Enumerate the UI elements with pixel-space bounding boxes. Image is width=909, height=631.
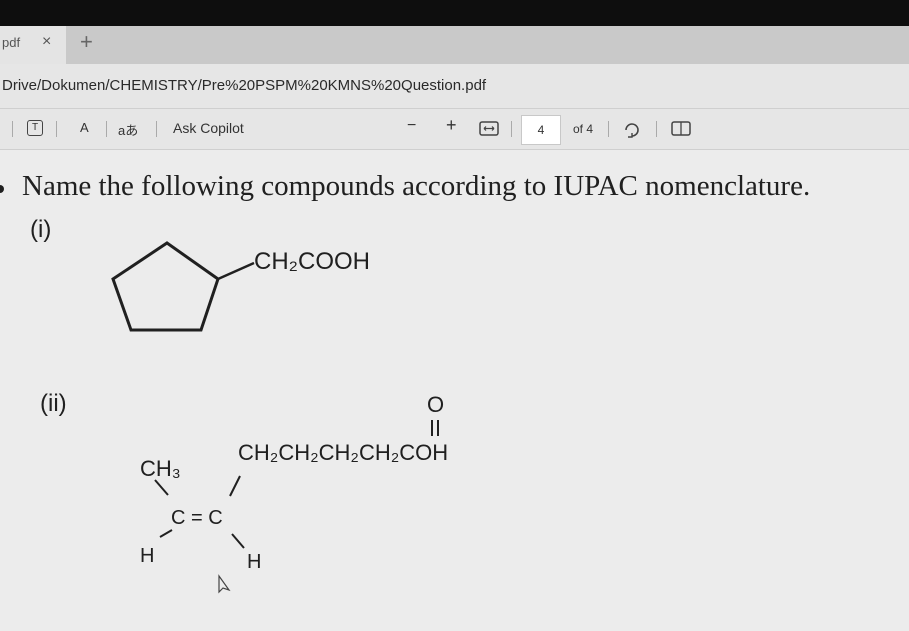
- page-view-icon[interactable]: [671, 121, 691, 136]
- substituent-label: CH₂COOH: [254, 248, 370, 275]
- page-total: of 4: [573, 122, 594, 136]
- pdf-toolbar: T A aあ Ask Copilot − + 4 of 4: [0, 109, 909, 150]
- divider: [656, 121, 657, 137]
- chain-label: CH₂CH₂CH₂CH₂COH: [238, 440, 449, 465]
- tab-title: pdf: [2, 35, 21, 50]
- divider: [106, 121, 107, 137]
- tab-pdf[interactable]: pdf ×: [0, 26, 66, 64]
- rotate-icon[interactable]: [623, 120, 641, 138]
- divider: [56, 121, 57, 137]
- hydrogen-left-label: H: [140, 545, 155, 567]
- part-i-label: (i): [30, 216, 52, 243]
- window-top-bar: [0, 0, 909, 26]
- close-icon[interactable]: ×: [42, 33, 51, 51]
- pdf-page: [0, 150, 909, 631]
- double-bond-label: C = C: [171, 507, 223, 529]
- new-tab-button[interactable]: +: [80, 29, 93, 55]
- read-aloud-icon[interactable]: A: [80, 120, 89, 135]
- zoom-in-button[interactable]: +: [446, 115, 457, 136]
- address-url[interactable]: Drive/Dokumen/CHEMISTRY/Pre%20PSPM%20KMN…: [2, 77, 486, 94]
- carbonyl-oxygen-label: O: [427, 392, 445, 417]
- ask-copilot-button[interactable]: Ask Copilot: [173, 120, 244, 136]
- fit-width-icon[interactable]: [479, 121, 499, 136]
- divider: [608, 121, 609, 137]
- question-text: Name the following compounds according t…: [22, 170, 811, 202]
- tab-bar: pdf × +: [0, 26, 909, 64]
- zoom-out-button[interactable]: −: [407, 117, 416, 135]
- page-number-input[interactable]: 4: [521, 115, 561, 145]
- methyl-label: CH₃: [140, 456, 181, 481]
- hydrogen-right-label: H: [247, 551, 262, 573]
- part-ii-label: (ii): [40, 390, 67, 417]
- translate-icon[interactable]: aあ: [118, 120, 138, 139]
- divider: [12, 121, 13, 137]
- address-bar[interactable]: Drive/Dokumen/CHEMISTRY/Pre%20PSPM%20KMN…: [0, 64, 909, 109]
- text-icon[interactable]: T: [27, 120, 43, 136]
- divider: [511, 121, 512, 137]
- divider: [156, 121, 157, 137]
